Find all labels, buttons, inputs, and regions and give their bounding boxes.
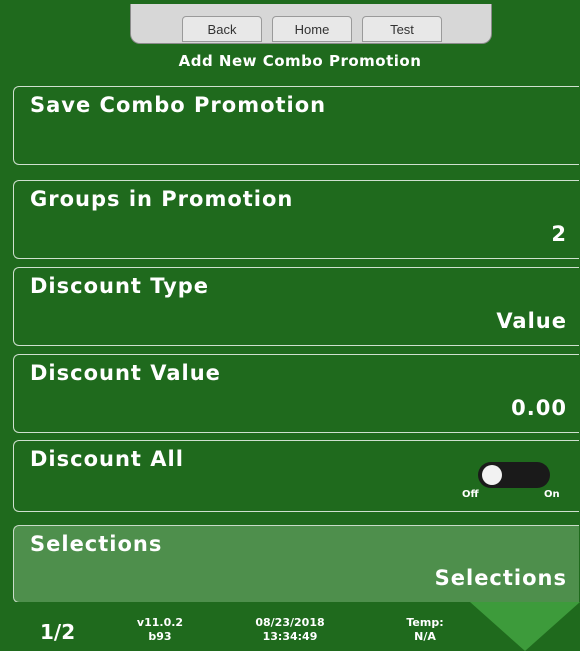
row-label: Discount Value [30,361,221,385]
build-number: b93 [148,630,172,643]
row-label: Groups in Promotion [30,187,294,211]
save-combo-promotion-button[interactable]: Save Combo Promotion [13,86,579,165]
row-value: Selections [434,566,567,590]
toggle-on-label: On [544,489,560,500]
home-button[interactable]: Home [272,16,352,42]
temperature: Temp: N/A [390,616,460,644]
toggle-knob [482,465,502,485]
date-time: 08/23/2018 13:34:49 [235,616,345,644]
version-info: v11.0.2 b93 [130,616,190,644]
temp-label: Temp: [406,616,444,629]
discount-all-toggle[interactable] [478,462,550,488]
test-button[interactable]: Test [362,16,442,42]
row-label: Discount Type [30,274,210,298]
row-label: Save Combo Promotion [30,93,327,117]
page-title: Add New Combo Promotion [178,52,422,70]
row-value: Value [496,309,567,333]
row-value: 0.00 [511,396,567,420]
toggle-off-label: Off [462,489,479,500]
row-label: Selections [30,532,163,556]
back-button[interactable]: Back [182,16,262,42]
selections-row[interactable]: Selections Selections [13,525,579,603]
row-value: 2 [551,222,567,246]
groups-in-promotion-row[interactable]: Groups in Promotion 2 [13,180,579,259]
time-text: 13:34:49 [262,630,318,643]
version-number: v11.0.2 [136,616,184,629]
discount-type-row[interactable]: Discount Type Value [13,267,579,346]
page-indicator: 1/2 [40,620,76,644]
row-label: Discount All [30,447,184,471]
scroll-down-arrow-icon[interactable] [470,602,580,651]
date-text: 08/23/2018 [255,616,325,629]
discount-value-row[interactable]: Discount Value 0.00 [13,354,579,433]
temp-value: N/A [414,630,436,643]
